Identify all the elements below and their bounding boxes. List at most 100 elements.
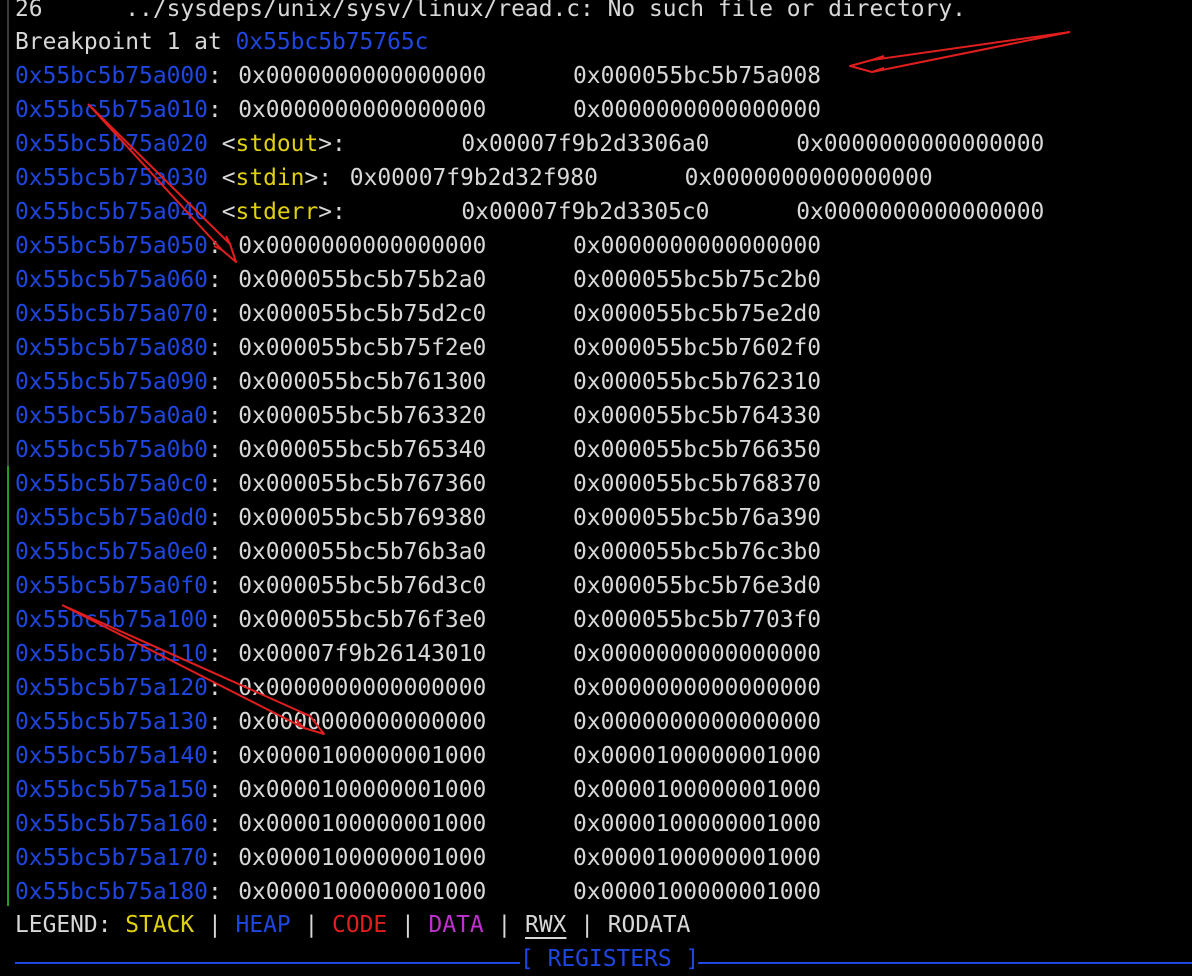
memory-value: 0x000055bc5b764330 — [573, 403, 822, 429]
memory-value: 0x0000000000000000 — [684, 165, 933, 191]
memory-value: 0x0000100000001000 — [238, 845, 487, 871]
row-separator: : — [207, 811, 236, 837]
legend-rodata: RODATA — [607, 912, 691, 938]
breakpoint-line: Breakpoint 1 at 0x55bc5b75765c — [15, 25, 428, 59]
row-separator: : — [207, 879, 236, 905]
memory-value: 0x000055bc5b75b2a0 — [238, 267, 487, 293]
memory-value: 0x000055bc5b76e3d0 — [573, 573, 822, 599]
memory-row: 0x55bc5b75a020 <stdout>: 0x00007f9b2d3306… — [15, 127, 1044, 161]
memory-address: 0x55bc5b75a150 — [15, 777, 208, 803]
row-separator: : — [207, 539, 236, 565]
memory-value: 0x000055bc5b768370 — [573, 471, 822, 497]
memory-row: 0x55bc5b75a000: 0x0000000000000000 0x0000… — [15, 59, 821, 93]
row-separator: : — [207, 845, 236, 871]
memory-value: 0x000055bc5b7703f0 — [573, 607, 822, 633]
row-separator: : — [207, 505, 236, 531]
memory-address: 0x55bc5b75a160 — [15, 811, 208, 837]
legend-separator: | — [290, 912, 333, 938]
memory-value: 0x0000000000000000 — [238, 709, 487, 735]
row-separator: : — [207, 777, 236, 803]
symbol-name: stderr — [235, 199, 319, 225]
memory-value: 0x000055bc5b762310 — [573, 369, 822, 395]
memory-row: 0x55bc5b75a010: 0x0000000000000000 0x0000… — [15, 93, 821, 127]
symbol-close: > — [304, 165, 319, 191]
memory-address: 0x55bc5b75a0d0 — [15, 505, 208, 531]
legend-separator: | — [194, 912, 236, 938]
memory-address: 0x55bc5b75a040 — [15, 199, 208, 225]
memory-row: 0x55bc5b75a0d0: 0x000055bc5b769380 0x0000… — [15, 501, 821, 535]
memory-value: 0x000055bc5b7602f0 — [573, 335, 822, 361]
row-separator: : — [207, 97, 236, 123]
memory-value: 0x0000000000000000 — [573, 709, 822, 735]
legend-data: DATA — [428, 912, 484, 938]
row-separator: : — [332, 199, 346, 225]
memory-value: 0x000055bc5b765340 — [238, 437, 487, 463]
memory-address: 0x55bc5b75a100 — [15, 607, 208, 633]
pane-left-border-active — [7, 466, 9, 906]
registers-title: [ REGISTERS ] — [520, 946, 700, 972]
memory-row: 0x55bc5b75a0e0: 0x000055bc5b76b3a0 0x0000… — [15, 535, 821, 569]
memory-address: 0x55bc5b75a110 — [15, 641, 208, 667]
memory-row: 0x55bc5b75a170: 0x0000100000001000 0x0000… — [15, 841, 821, 875]
memory-value: 0x00007f9b26143010 — [238, 641, 487, 667]
divider-rule-right — [698, 962, 1192, 964]
row-separator: : — [318, 165, 346, 191]
legend-separator: | — [483, 912, 526, 938]
memory-address: 0x55bc5b75a020 — [15, 131, 208, 157]
memory-row: 0x55bc5b75a030 <stdin>: 0x00007f9b2d32f9… — [15, 161, 933, 195]
legend-separator: | — [387, 912, 429, 938]
memory-value: 0x000055bc5b76d3c0 — [238, 573, 487, 599]
memory-value: 0x00007f9b2d3305c0 — [461, 199, 710, 225]
memory-value: 0x00007f9b2d32f980 — [349, 165, 598, 191]
memory-value: 0x0000000000000000 — [796, 199, 1045, 225]
legend-heap: HEAP — [235, 912, 291, 938]
memory-address: 0x55bc5b75a130 — [15, 709, 208, 735]
symbol-open: < — [207, 165, 236, 191]
memory-value: 0x000055bc5b76a390 — [573, 505, 822, 531]
memory-value: 0x000055bc5b766350 — [573, 437, 822, 463]
memory-value: 0x0000000000000000 — [573, 97, 822, 123]
memory-value: 0x0000000000000000 — [573, 641, 822, 667]
memory-value: 0x0000100000001000 — [573, 743, 822, 769]
memory-row: 0x55bc5b75a0c0: 0x000055bc5b767360 0x0000… — [15, 467, 821, 501]
memory-address: 0x55bc5b75a060 — [15, 267, 208, 293]
memory-value: 0x0000100000001000 — [573, 811, 822, 837]
memory-row: 0x55bc5b75a070: 0x000055bc5b75d2c0 0x0000… — [15, 297, 821, 331]
terminal-window[interactable]: 26 ../sysdeps/unix/sysv/linux/read.c: No… — [0, 0, 1192, 972]
symbol-open: < — [207, 131, 236, 157]
memory-row: 0x55bc5b75a160: 0x0000100000001000 0x0000… — [15, 807, 821, 841]
row-separator: : — [207, 403, 236, 429]
symbol-open: < — [207, 199, 236, 225]
memory-value: 0x000055bc5b75d2c0 — [238, 301, 487, 327]
memory-address: 0x55bc5b75a010 — [15, 97, 208, 123]
divider-rule-left — [15, 962, 520, 964]
memory-row: 0x55bc5b75a180: 0x0000100000001000 0x0000… — [15, 875, 821, 909]
memory-value: 0x0000000000000000 — [238, 233, 487, 259]
memory-row: 0x55bc5b75a0a0: 0x000055bc5b763320 0x0000… — [15, 399, 821, 433]
memory-value: 0x000055bc5b761300 — [238, 369, 487, 395]
symbol-close: > — [318, 199, 333, 225]
memory-row: 0x55bc5b75a0b0: 0x000055bc5b765340 0x0000… — [15, 433, 821, 467]
memory-value: 0x0000100000001000 — [238, 743, 487, 769]
memory-row: 0x55bc5b75a040 <stderr>: 0x00007f9b2d3305… — [15, 195, 1044, 229]
memory-address: 0x55bc5b75a0f0 — [15, 573, 208, 599]
legend-rwx: RWX — [525, 912, 567, 938]
memory-address: 0x55bc5b75a140 — [15, 743, 208, 769]
memory-row: 0x55bc5b75a130: 0x0000000000000000 0x0000… — [15, 705, 821, 739]
memory-value: 0x0000100000001000 — [573, 879, 822, 905]
memory-value: 0x0000100000001000 — [238, 777, 487, 803]
memory-value: 0x000055bc5b75a008 — [573, 63, 822, 89]
memory-address: 0x55bc5b75a0e0 — [15, 539, 208, 565]
memory-address: 0x55bc5b75a0a0 — [15, 403, 208, 429]
memory-row: 0x55bc5b75a120: 0x0000000000000000 0x0000… — [15, 671, 821, 705]
memory-row: 0x55bc5b75a090: 0x000055bc5b761300 0x0000… — [15, 365, 821, 399]
memory-row: 0x55bc5b75a060: 0x000055bc5b75b2a0 0x0000… — [15, 263, 821, 297]
memory-value: 0x000055bc5b769380 — [238, 505, 487, 531]
symbol-name: stdout — [235, 131, 319, 157]
memory-row: 0x55bc5b75a150: 0x0000100000001000 0x0000… — [15, 773, 821, 807]
row-separator: : — [207, 437, 236, 463]
legend-stack: STACK — [125, 912, 195, 938]
row-separator: : — [207, 471, 236, 497]
memory-value: 0x0000000000000000 — [238, 63, 487, 89]
row-separator: : — [207, 641, 236, 667]
